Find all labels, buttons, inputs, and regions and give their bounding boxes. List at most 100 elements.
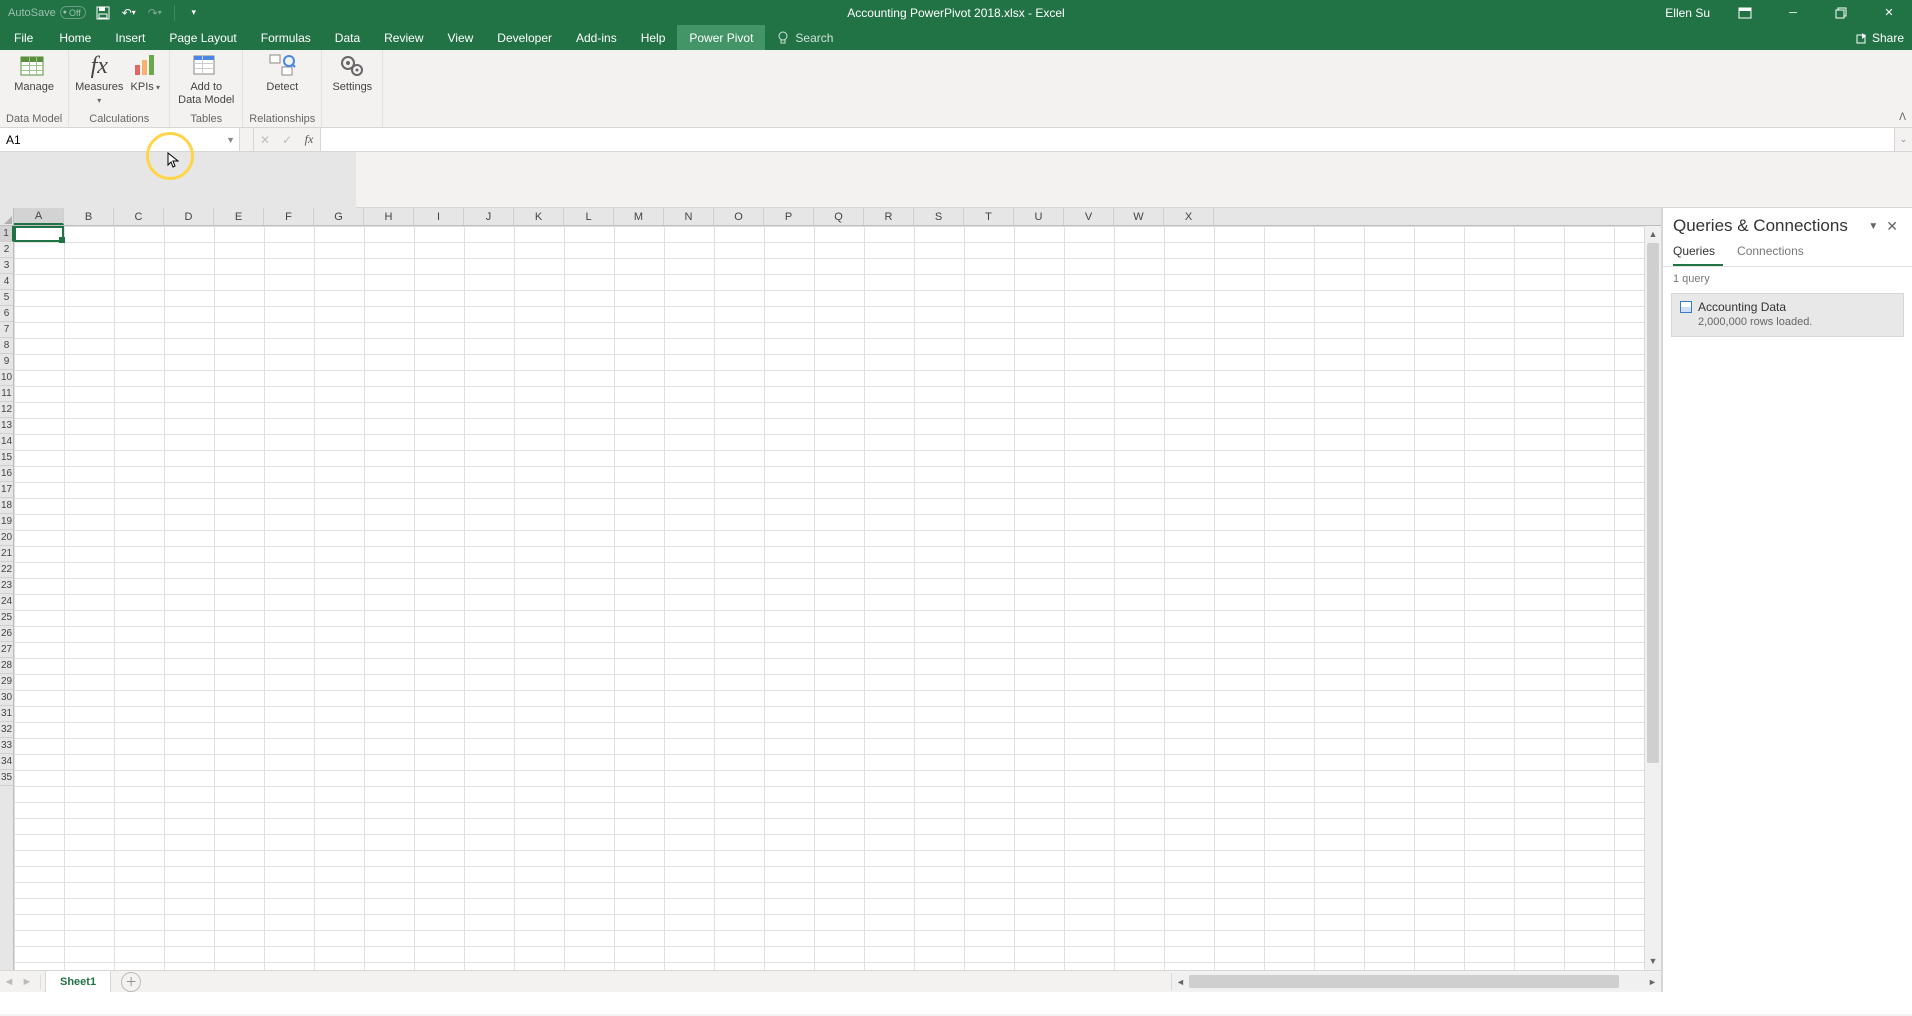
row-header[interactable]: 30 <box>0 690 13 706</box>
row-header[interactable]: 8 <box>0 338 13 354</box>
column-header[interactable]: J <box>464 208 514 225</box>
row-header[interactable]: 13 <box>0 418 13 434</box>
row-header[interactable]: 19 <box>0 514 13 530</box>
close-button[interactable]: ✕ <box>1866 0 1912 25</box>
spreadsheet-grid[interactable]: ABCDEFGHIJKLMNOPQRSTUVWX 123456789101112… <box>0 208 1662 992</box>
ribbon-display-options-icon[interactable] <box>1722 0 1768 25</box>
row-header[interactable]: 32 <box>0 722 13 738</box>
row-header[interactable]: 26 <box>0 626 13 642</box>
sheet-nav-prev[interactable]: ◄ <box>0 976 18 988</box>
query-item[interactable]: Accounting Data 2,000,000 rows loaded. <box>1671 293 1904 337</box>
settings-button[interactable]: Settings <box>328 52 376 94</box>
row-header[interactable]: 11 <box>0 386 13 402</box>
row-header[interactable]: 16 <box>0 466 13 482</box>
row-header[interactable]: 20 <box>0 530 13 546</box>
pane-tab-connections[interactable]: Connections <box>1737 240 1812 266</box>
expand-formula-bar-icon[interactable]: ⌄ <box>1894 128 1912 151</box>
scroll-right-icon[interactable]: ► <box>1644 977 1661 987</box>
select-all-button[interactable] <box>0 208 14 225</box>
insert-function-icon[interactable]: fx <box>298 132 320 147</box>
column-header[interactable]: X <box>1164 208 1214 225</box>
tab-insert[interactable]: Insert <box>103 25 157 50</box>
row-header[interactable]: 22 <box>0 562 13 578</box>
pane-close-icon[interactable]: ✕ <box>1882 218 1902 235</box>
name-box[interactable]: ▼ <box>0 128 240 151</box>
user-name[interactable]: Ellen Su <box>1655 6 1720 20</box>
column-header[interactable]: W <box>1114 208 1164 225</box>
tab-view[interactable]: View <box>436 25 486 50</box>
row-header[interactable]: 4 <box>0 274 13 290</box>
row-header[interactable]: 35 <box>0 770 13 786</box>
row-header[interactable]: 7 <box>0 322 13 338</box>
horizontal-scrollbar[interactable]: ◄ ► <box>1171 973 1661 990</box>
column-header[interactable]: S <box>914 208 964 225</box>
column-header[interactable]: E <box>214 208 264 225</box>
restore-button[interactable] <box>1818 0 1864 25</box>
column-header[interactable]: A <box>14 208 64 225</box>
collapse-ribbon-icon[interactable]: ᐱ <box>1899 112 1906 123</box>
redo-button[interactable]: ↷▾ <box>146 4 164 22</box>
measures-button[interactable]: fx Measures <box>75 52 123 107</box>
column-header[interactable]: U <box>1014 208 1064 225</box>
undo-button[interactable]: ↶▾ <box>120 4 138 22</box>
tab-file[interactable]: File <box>0 25 47 50</box>
pane-tab-queries[interactable]: Queries <box>1673 240 1723 266</box>
column-headers[interactable]: ABCDEFGHIJKLMNOPQRSTUVWX <box>0 208 1661 226</box>
column-header[interactable]: O <box>714 208 764 225</box>
column-header[interactable]: C <box>114 208 164 225</box>
row-header[interactable]: 15 <box>0 450 13 466</box>
row-header[interactable]: 28 <box>0 658 13 674</box>
column-header[interactable]: P <box>764 208 814 225</box>
scroll-left-icon[interactable]: ◄ <box>1172 977 1189 987</box>
pane-options-icon[interactable]: ▼ <box>1864 221 1882 232</box>
tab-add-ins[interactable]: Add-ins <box>564 25 629 50</box>
tab-developer[interactable]: Developer <box>485 25 564 50</box>
name-box-input[interactable] <box>0 133 239 147</box>
row-header[interactable]: 34 <box>0 754 13 770</box>
row-headers[interactable]: 1234567891011121314151617181920212223242… <box>0 226 14 970</box>
column-header[interactable]: G <box>314 208 364 225</box>
tab-formulas[interactable]: Formulas <box>249 25 323 50</box>
column-header[interactable]: L <box>564 208 614 225</box>
row-header[interactable]: 25 <box>0 610 13 626</box>
autosave-toggle[interactable]: AutoSave Off <box>8 6 86 19</box>
column-header[interactable]: Q <box>814 208 864 225</box>
add-to-data-model-button[interactable]: Add to Data Model <box>176 52 236 107</box>
column-header[interactable]: F <box>264 208 314 225</box>
manage-button[interactable]: Manage <box>10 52 58 94</box>
tab-review[interactable]: Review <box>372 25 435 50</box>
column-header[interactable]: K <box>514 208 564 225</box>
share-button[interactable]: Share <box>1856 25 1904 50</box>
minimize-button[interactable]: ─ <box>1770 0 1816 25</box>
sheet-tab-sheet1[interactable]: Sheet1 <box>45 970 111 992</box>
row-header[interactable]: 29 <box>0 674 13 690</box>
vscroll-thumb[interactable] <box>1647 243 1659 763</box>
row-header[interactable]: 24 <box>0 594 13 610</box>
tab-page-layout[interactable]: Page Layout <box>157 25 248 50</box>
row-header[interactable]: 12 <box>0 402 13 418</box>
row-header[interactable]: 9 <box>0 354 13 370</box>
kpis-button[interactable]: KPIs <box>127 52 163 107</box>
tab-power-pivot[interactable]: Power Pivot <box>677 25 765 50</box>
row-header[interactable]: 14 <box>0 434 13 450</box>
formula-input[interactable] <box>321 128 1894 151</box>
row-header[interactable]: 18 <box>0 498 13 514</box>
tell-me-search[interactable]: Search <box>765 25 845 50</box>
active-cell[interactable] <box>14 226 64 242</box>
row-header[interactable]: 33 <box>0 738 13 754</box>
new-sheet-button[interactable]: ＋ <box>121 972 141 992</box>
vertical-scrollbar[interactable]: ▲ ▼ <box>1644 226 1661 970</box>
column-header[interactable]: N <box>664 208 714 225</box>
scroll-down-icon[interactable]: ▼ <box>1645 953 1661 970</box>
tab-home[interactable]: Home <box>47 25 103 50</box>
column-header[interactable]: T <box>964 208 1014 225</box>
tab-data[interactable]: Data <box>323 25 372 50</box>
row-header[interactable]: 10 <box>0 370 13 386</box>
row-header[interactable]: 2 <box>0 242 13 258</box>
column-header[interactable]: B <box>64 208 114 225</box>
detect-button[interactable]: Detect <box>258 52 306 94</box>
column-header[interactable]: R <box>864 208 914 225</box>
column-header[interactable]: V <box>1064 208 1114 225</box>
sheet-nav-next[interactable]: ► <box>18 976 36 988</box>
row-header[interactable]: 5 <box>0 290 13 306</box>
